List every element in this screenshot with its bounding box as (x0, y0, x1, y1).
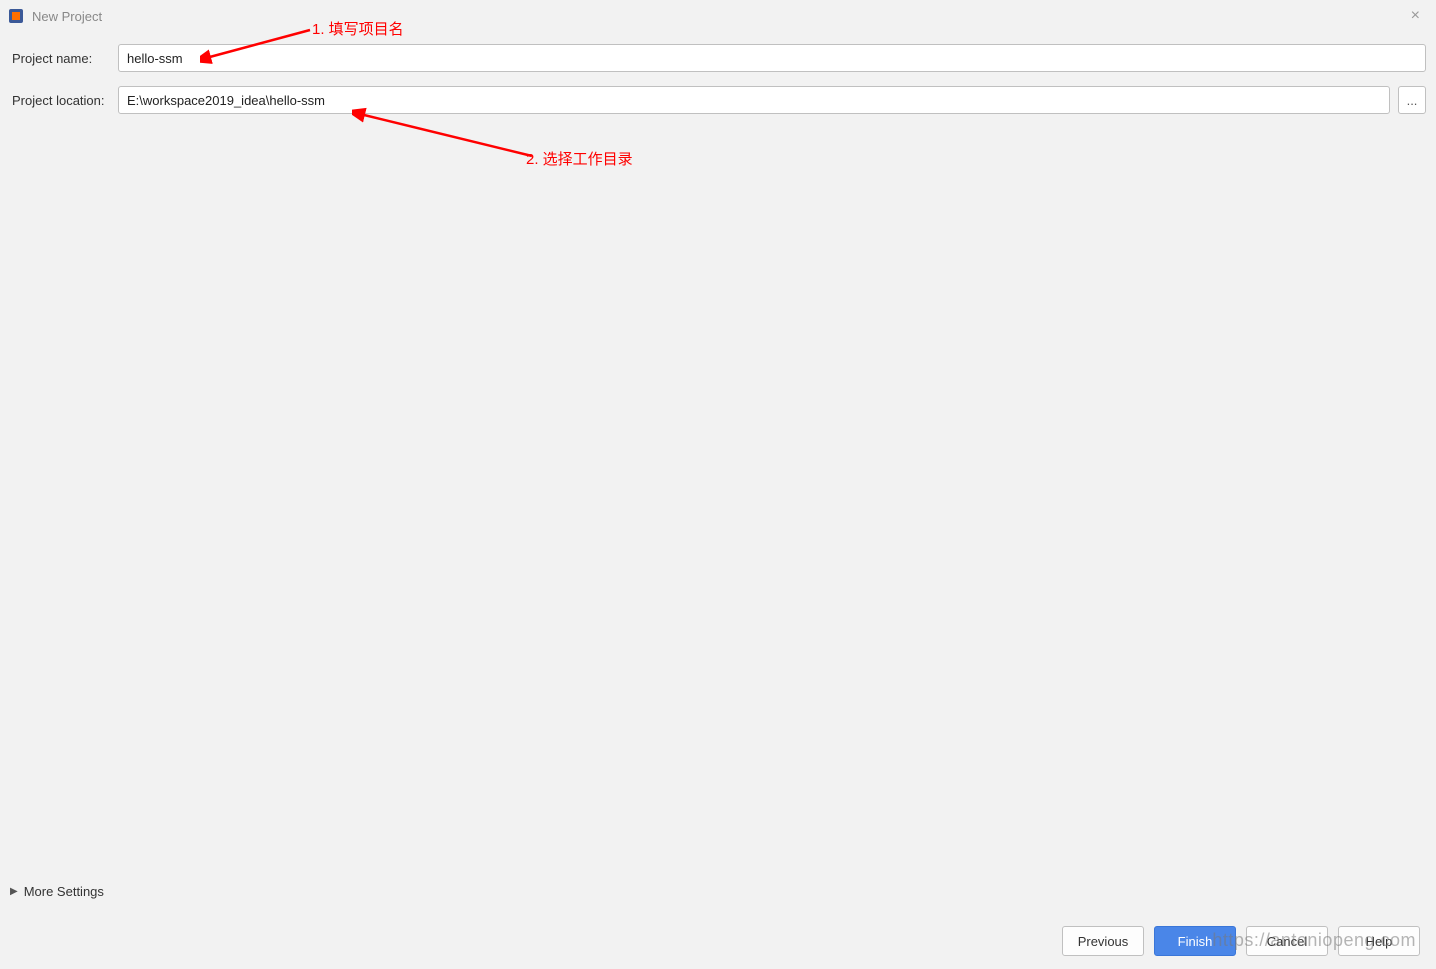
cancel-button[interactable]: Cancel (1246, 926, 1328, 956)
finish-button[interactable]: Finish (1154, 926, 1236, 956)
app-icon (8, 8, 24, 24)
button-bar: Previous Finish Cancel Help (0, 913, 1436, 969)
window-title: New Project (32, 9, 102, 24)
previous-button[interactable]: Previous (1062, 926, 1144, 956)
help-button[interactable]: Help (1338, 926, 1420, 956)
annotation-2-arrow (352, 106, 542, 164)
project-name-row: Project name: (10, 44, 1426, 72)
browse-button[interactable]: ... (1398, 86, 1426, 114)
project-name-input[interactable] (118, 44, 1426, 72)
project-location-input[interactable] (118, 86, 1390, 114)
project-name-label: Project name: (10, 51, 118, 66)
project-location-row: Project location: ... (10, 86, 1426, 114)
annotation-2-text: 2. 选择工作目录 (526, 148, 633, 169)
more-settings-toggle[interactable]: ▶ More Settings (10, 884, 104, 899)
chevron-right-icon: ▶ (10, 886, 18, 897)
close-icon[interactable]: × (1403, 7, 1428, 25)
project-location-label: Project location: (10, 93, 118, 108)
more-settings-label: More Settings (24, 884, 104, 899)
title-bar: New Project × (0, 0, 1436, 32)
form-area: Project name: Project location: ... (0, 32, 1436, 114)
